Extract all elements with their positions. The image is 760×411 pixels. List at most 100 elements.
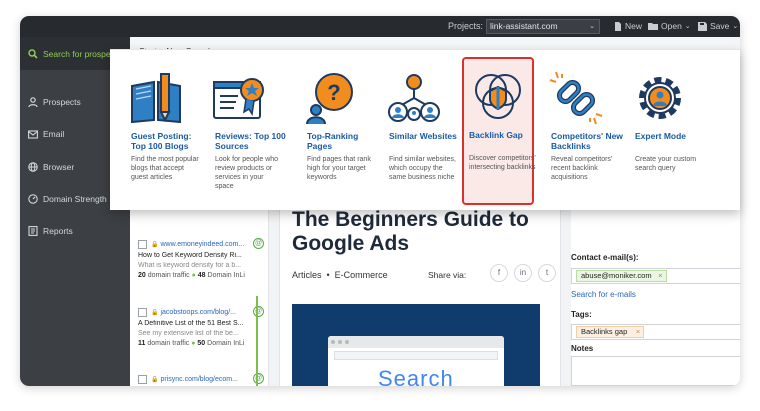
domain-inlinks-value: 50 <box>197 340 206 347</box>
facebook-icon[interactable]: f <box>490 264 508 282</box>
floppy-icon <box>698 21 707 31</box>
row-checkbox[interactable] <box>138 239 147 249</box>
search-type-description: Find the most popular blogs that accept … <box>131 156 199 181</box>
email-found-icon: @ <box>253 373 264 384</box>
prospect-description: See my extensive list of the be... <box>138 330 239 337</box>
gauge-icon <box>28 194 38 204</box>
book-pencil-icon <box>131 73 181 124</box>
search-type-competitors-new-backlinks[interactable]: Competitors' New Backlinks Reveal compet… <box>540 58 623 204</box>
projects-label: Projects: <box>448 21 484 31</box>
article-title: The Beginners Guide to Google Ads <box>292 208 529 255</box>
prospect-url[interactable]: www.emoneyindeed.com... <box>160 241 244 248</box>
browser-illustration: Search <box>328 336 504 386</box>
selection-indicator <box>256 296 258 386</box>
email-field[interactable]: abuse@moniker.com × <box>571 268 740 284</box>
search-icon <box>28 48 38 59</box>
list-item[interactable]: 🔒 jacobstoops.com/blog/... @ A Definitive… <box>138 306 264 347</box>
domain-traffic-value: 11 <box>138 340 146 347</box>
tag-value: Backlinks gap <box>581 327 628 336</box>
chevron-down-icon: ⌄ <box>684 23 691 30</box>
domain-inlinks-label: Domain InLi <box>207 272 245 279</box>
user-icon <box>28 97 38 107</box>
contact-emails-label: Contact e-mail(s): <box>571 253 639 262</box>
row-checkbox[interactable] <box>138 307 147 317</box>
chain-link-icon <box>549 71 603 125</box>
linkedin-icon[interactable]: in <box>514 264 532 282</box>
prospect-title: A Definitive List of the 51 Best S... <box>138 320 244 327</box>
people-network-icon <box>388 74 440 122</box>
twitter-icon[interactable]: t <box>538 264 556 282</box>
search-type-title: Competitors' New Backlinks <box>551 131 623 151</box>
prospect-url[interactable]: jacobstoops.com/blog/... <box>160 309 236 316</box>
list-item[interactable]: 🔒 www.emoneyindeed.com... @ How to Get Ke… <box>138 238 264 279</box>
remove-icon[interactable]: × <box>636 327 640 337</box>
lock-icon: 🔒 <box>151 241 159 248</box>
tags-field[interactable]: Backlinks gap × <box>571 324 740 340</box>
gear-user-icon <box>639 77 681 119</box>
search-type-expert-mode[interactable]: Expert Mode Create your custom search qu… <box>624 58 696 204</box>
search-type-top-ranking-pages[interactable]: ? Top-Ranking Pages Find pages that rank… <box>296 58 371 204</box>
search-type-dropdown: Guest Posting: Top 100 Blogs Find the mo… <box>110 49 740 210</box>
email-found-icon: @ <box>253 306 264 317</box>
notes-textarea[interactable] <box>571 356 740 386</box>
search-type-backlink-gap[interactable]: Backlink Gap Discover competitors' inter… <box>462 57 536 205</box>
lock-icon: 🔒 <box>151 376 159 383</box>
email-chip: abuse@moniker.com × <box>576 270 667 282</box>
search-type-description: Create your custom search query <box>635 156 697 172</box>
search-emails-link[interactable]: Search for e-mails <box>571 290 636 299</box>
search-type-guest-posting[interactable]: Guest Posting: Top 100 Blogs Find the mo… <box>120 58 199 204</box>
remove-icon[interactable]: × <box>658 271 662 281</box>
svg-text:?: ? <box>327 80 340 105</box>
project-select[interactable]: link-assistant.com ⌄ <box>486 19 600 34</box>
sidebar-item-label: Reports <box>43 226 73 236</box>
prospect-description: What is keyword density for a b... <box>138 262 242 269</box>
search-type-title: Backlink Gap <box>469 130 523 140</box>
search-type-reviews[interactable]: Reviews: Top 100 Sources Look for people… <box>204 58 286 204</box>
category-link[interactable]: E-Commerce <box>335 270 388 280</box>
new-project-button[interactable]: New <box>614 21 642 31</box>
open-project-button[interactable]: Open ⌄ <box>648 21 691 31</box>
venn-shield-icon <box>475 74 521 119</box>
prospect-url[interactable]: prisync.com/blog/ecom... <box>160 376 237 383</box>
article-categories: Articles • E-Commerce <box>292 270 388 280</box>
search-type-description: Find similar websites, which occupy the … <box>389 156 456 181</box>
project-select-value: link-assistant.com <box>490 21 558 31</box>
hero-search-word: Search <box>378 366 454 386</box>
sidebar-item-reports[interactable]: Reports <box>20 216 130 246</box>
domain-traffic-value: 20 <box>138 272 146 279</box>
globe-icon <box>28 162 38 172</box>
sidebar-item-label: Email <box>43 129 65 139</box>
new-project-label: New <box>625 21 643 31</box>
sidebar-item-label: Browser <box>43 162 75 172</box>
list-item[interactable]: 🔒 prisync.com/blog/ecom... @ <box>138 373 264 384</box>
share-label: Share via: <box>428 270 467 280</box>
sidebar-item-label: Domain Strength <box>43 194 107 204</box>
lock-icon: 🔒 <box>151 309 159 316</box>
new-file-icon <box>615 21 621 31</box>
search-type-title: Guest Posting: Top 100 Blogs <box>131 131 192 151</box>
search-type-description: Find pages that rank high for your targe… <box>307 156 371 181</box>
notes-label: Notes <box>571 344 594 353</box>
row-checkbox[interactable] <box>138 374 147 384</box>
sidebar-item-label: Prospects <box>43 97 81 107</box>
folder-icon <box>648 23 658 30</box>
save-project-button[interactable]: Save ⌄ <box>698 21 738 31</box>
search-type-title: Similar Websites <box>389 131 457 141</box>
email-found-icon: @ <box>253 238 264 249</box>
search-type-title: Top-Ranking Pages <box>307 131 359 151</box>
category-link[interactable]: Articles <box>292 270 322 280</box>
search-type-title: Reviews: Top 100 Sources <box>215 131 286 151</box>
domain-traffic-label: domain traffic <box>147 340 190 347</box>
prospect-title: How to Get Keyword Density Ri... <box>138 252 242 259</box>
article-hero-image: Search <box>292 304 540 386</box>
email-value: abuse@moniker.com <box>581 271 652 280</box>
domain-inlinks-label: Domain InLi <box>207 340 245 347</box>
search-type-similar-websites[interactable]: Similar Websites Find similar websites, … <box>378 58 457 204</box>
chevron-down-icon: ⌄ <box>732 23 739 30</box>
chevron-down-icon: ⌄ <box>589 23 595 30</box>
tag-chip: Backlinks gap × <box>576 326 645 338</box>
review-award-icon <box>213 78 264 119</box>
domain-inlinks-value: 48 <box>197 272 206 279</box>
open-project-label: Open <box>661 21 682 31</box>
search-type-description: Look for people who review products or s… <box>215 156 279 190</box>
